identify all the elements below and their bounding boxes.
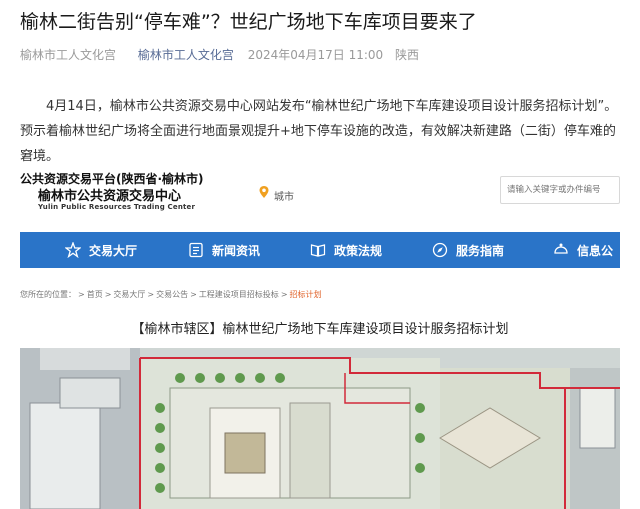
embedded-website-screenshot: 公共资源交易平台(陕西省·榆林市) 榆林市公共资源交易中心 Yulin Publ…: [20, 170, 620, 509]
nav-label: 新闻资讯: [212, 243, 261, 258]
nav-item-policy[interactable]: 政策法规: [310, 232, 382, 268]
breadcrumb-item[interactable]: 交易大厅: [113, 290, 145, 299]
location-pin-icon: [259, 186, 269, 198]
nav-item-info[interactable]: 信息公: [553, 232, 613, 268]
publish-date: 2024年04月17日 11:00: [247, 48, 384, 62]
site-logo-english: Yulin Public Resources Trading Center: [38, 203, 196, 211]
search-input[interactable]: [501, 178, 619, 202]
article-paragraph: 4月14日，榆林市公共资源交易中心网站发布“榆林世纪广场地下车库建设项目设计服务…: [20, 99, 618, 164]
breadcrumb-item[interactable]: 交易公告: [156, 290, 188, 299]
article-meta: 榆林市工人文化宫 榆林市工人文化宫 2024年04月17日 11:00 陕西: [20, 46, 427, 63]
breadcrumb-item[interactable]: 首页: [87, 290, 103, 299]
nav-label: 政策法规: [334, 243, 383, 258]
site-plan-drawing: [20, 348, 620, 509]
compass-icon: [432, 242, 448, 258]
site-nav-bar: 交易大厅 新闻资讯 政策法规 服务指南 信息公: [20, 232, 620, 268]
account-link[interactable]: 榆林市工人文化宫: [138, 48, 234, 62]
info-icon: [554, 243, 568, 254]
notice-title: 【榆林市辖区】榆林世纪广场地下车库建设项目设计服务招标计划: [131, 322, 509, 337]
breadcrumb: 您所在的位置： > 首页 > 交易大厅 > 交易公告 > 工程建设项目招标投标 > 招标计划: [20, 290, 322, 299]
nav-item-service-guide[interactable]: 服务指南: [432, 232, 504, 268]
nav-item-trading-hall[interactable]: 交易大厅: [65, 232, 137, 268]
breadcrumb-current: 招标计划: [289, 290, 322, 299]
article-source: 榆林市工人文化宫: [20, 48, 117, 62]
nav-label: 信息公: [577, 243, 614, 258]
breadcrumb-prefix: 您所在的位置：: [20, 290, 76, 299]
location-label[interactable]: 城市: [274, 188, 294, 203]
publish-region: 陕西: [395, 48, 420, 62]
article-title: 榆林二街告别“停车难”？世纪广场地下车库项目要来了: [20, 11, 477, 33]
nav-label: 交易大厅: [89, 243, 138, 258]
site-search-box[interactable]: [500, 176, 620, 204]
nav-item-news[interactable]: 新闻资讯: [188, 232, 260, 268]
breadcrumb-item[interactable]: 工程建设项目招标投标: [199, 290, 279, 299]
star-icon: [65, 242, 81, 258]
news-icon: [189, 242, 203, 258]
nav-label: 服务指南: [456, 243, 505, 258]
site-logo-line2: 榆林市公共资源交易中心: [38, 189, 182, 204]
book-icon: [310, 244, 326, 257]
